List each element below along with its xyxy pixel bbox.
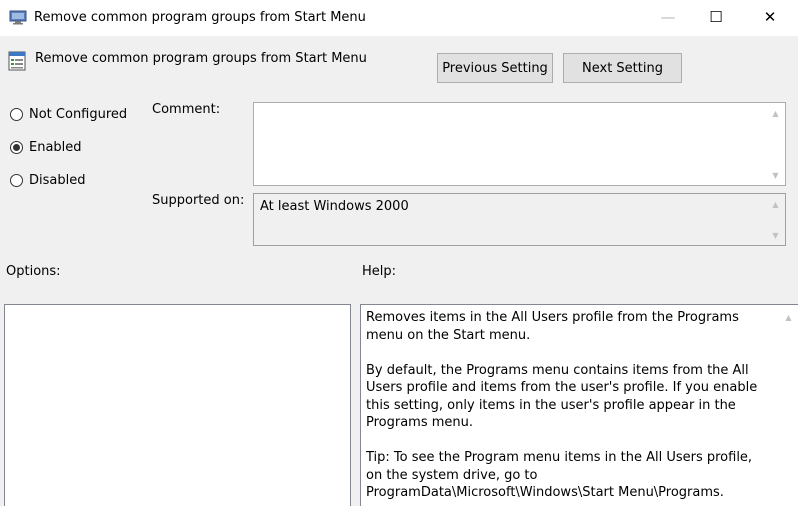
previous-setting-button[interactable]: Previous Setting <box>437 53 553 83</box>
radio-button-icon[interactable] <box>10 174 23 187</box>
policy-setting-dialog: Remove common program groups from Start … <box>0 0 798 506</box>
help-panel[interactable]: Removes items in the All Users profile f… <box>360 304 798 506</box>
radio-label: Not Configured <box>29 107 128 122</box>
radio-button-checked-icon[interactable] <box>10 141 23 154</box>
options-panel[interactable] <box>4 304 351 506</box>
maximize-button[interactable]: ☐ <box>693 0 739 34</box>
scroll-down-arrow-icon[interactable]: ▼ <box>766 227 785 243</box>
radio-label: Disabled <box>29 173 86 188</box>
comment-textbox[interactable]: ▲ ▼ <box>253 102 786 186</box>
help-paragraph: Tip: To see the Program menu items in th… <box>366 450 753 500</box>
supported-on-label: Supported on: <box>152 193 245 208</box>
comment-scrollbar[interactable]: ▲ ▼ <box>766 103 785 185</box>
scroll-up-arrow-icon[interactable]: ▲ <box>779 309 798 325</box>
window-title: Remove common program groups from Start … <box>34 10 366 25</box>
minimize-button[interactable]: — <box>645 0 691 34</box>
supported-scrollbar[interactable]: ▲ ▼ <box>766 194 785 245</box>
policy-setting-icon <box>8 51 26 71</box>
help-text: Removes items in the All Users profile f… <box>366 309 772 506</box>
title-bar[interactable]: Remove common program groups from Start … <box>0 0 798 36</box>
radio-disabled[interactable]: Disabled <box>10 173 85 188</box>
radio-label: Enabled <box>29 140 82 155</box>
options-label: Options: <box>6 264 61 279</box>
supported-on-box: At least Windows 2000 ▲ ▼ <box>253 193 786 246</box>
group-policy-icon <box>9 9 27 25</box>
next-setting-button[interactable]: Next Setting <box>563 53 682 83</box>
help-paragraph: Removes items in the All Users profile f… <box>366 310 739 343</box>
help-scrollbar[interactable]: ▲ <box>779 305 798 506</box>
radio-enabled[interactable]: Enabled <box>10 140 82 155</box>
close-button[interactable]: ✕ <box>747 0 793 34</box>
supported-on-value: At least Windows 2000 <box>260 199 409 214</box>
scroll-down-arrow-icon[interactable]: ▼ <box>766 167 785 183</box>
scroll-up-arrow-icon[interactable]: ▲ <box>766 105 785 121</box>
comment-label: Comment: <box>152 102 221 117</box>
scroll-up-arrow-icon[interactable]: ▲ <box>766 196 785 212</box>
help-label: Help: <box>362 264 397 279</box>
help-paragraph: By default, the Programs menu contains i… <box>366 362 758 431</box>
radio-button-icon[interactable] <box>10 108 23 121</box>
radio-not-configured[interactable]: Not Configured <box>10 107 127 122</box>
setting-name: Remove common program groups from Start … <box>35 51 367 66</box>
